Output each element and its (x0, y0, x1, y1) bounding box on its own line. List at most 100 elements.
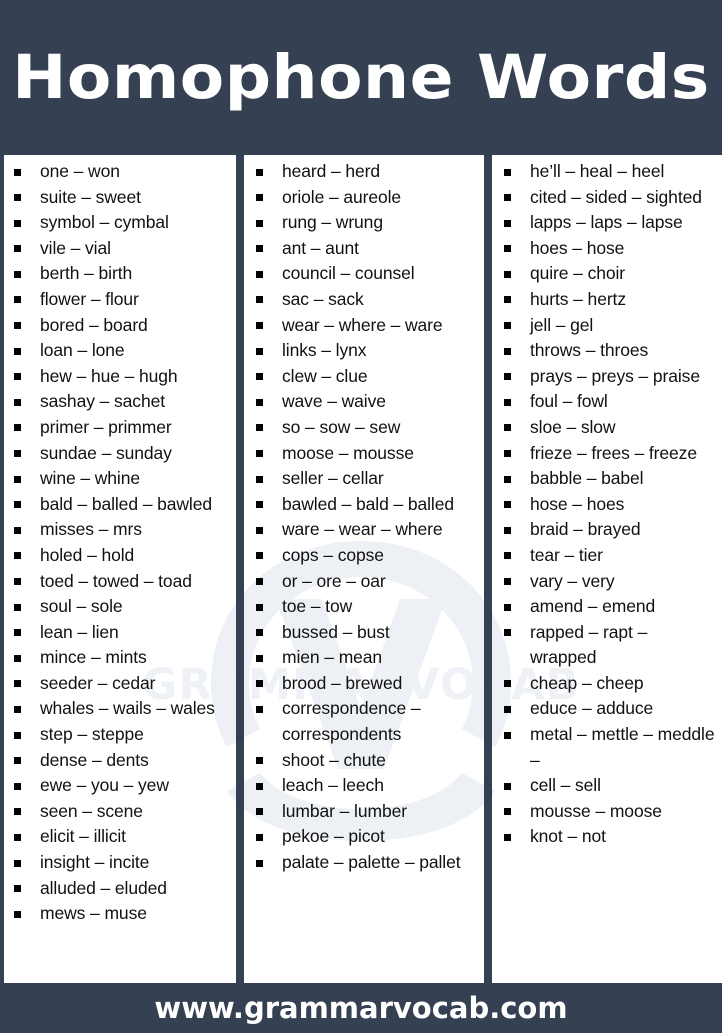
square-bullet-icon (504, 450, 511, 458)
homophone-pair-text: palate – palette – pallet (282, 852, 461, 873)
homophone-pair-text: mousse – moose (530, 800, 662, 821)
square-bullet-icon (14, 885, 21, 893)
list-item: leach – leech (256, 773, 478, 799)
square-bullet-icon (504, 322, 511, 330)
homophone-pair-text: sac – sack (282, 288, 364, 309)
square-bullet-icon (504, 168, 511, 176)
homophone-pair-text: brood – brewed (282, 672, 403, 693)
square-bullet-icon (14, 322, 21, 330)
list-item: or – ore – oar (256, 569, 478, 595)
homophone-pair-text: holed – hold (40, 544, 135, 565)
homophone-pair-text: soul – sole (40, 596, 123, 617)
square-bullet-icon (504, 245, 511, 253)
square-bullet-icon (256, 808, 263, 816)
square-bullet-icon (256, 552, 263, 560)
homophone-pair-text: wear – where – ware (282, 314, 443, 335)
homophone-pair-text: ware – wear – where (282, 519, 443, 540)
word-list-3: he’ll – heal – heel cited – sided – sight… (504, 159, 716, 850)
square-bullet-icon (504, 475, 511, 483)
homophone-pair-text: wine – whine (40, 468, 140, 489)
homophone-pair-text: throws – throes (530, 340, 649, 361)
word-column-1: one – won suite – sweet symbol – cymbal vil… (4, 155, 236, 983)
homophone-pair-text: rapped – rapt – wrapped (530, 621, 648, 668)
list-item: amend – emend (504, 594, 716, 620)
list-item: correspondence – correspondents (256, 696, 478, 747)
square-bullet-icon (14, 219, 21, 227)
homophone-pair-text: toed – towed – toad (40, 570, 192, 591)
list-item: vile – vial (14, 236, 230, 262)
homophone-pair-text: ewe – you – yew (40, 775, 169, 796)
list-item: quire – choir (504, 261, 716, 287)
square-bullet-icon (504, 219, 511, 227)
list-item: links – lynx (256, 338, 478, 364)
list-item: toed – towed – toad (14, 569, 230, 595)
homophone-pair-text: clew – clue (282, 365, 368, 386)
square-bullet-icon (256, 833, 263, 841)
word-column-3: he’ll – heal – heel cited – sided – sight… (492, 155, 722, 983)
list-item: wave – waive (256, 389, 478, 415)
homophone-pair-text: bored – board (40, 314, 148, 335)
homophone-pair-text: shoot – chute (282, 749, 386, 770)
list-item: toe – tow (256, 594, 478, 620)
square-bullet-icon (256, 450, 263, 458)
square-bullet-icon (14, 782, 21, 790)
homophone-pair-text: insight – incite (40, 852, 150, 873)
homophone-pair-text: vary – very (530, 570, 615, 591)
square-bullet-icon (504, 296, 511, 304)
homophone-pair-text: seeder – cedar (40, 672, 156, 693)
homophone-pair-text: pekoe – picot (282, 826, 385, 847)
homophone-pair-text: oriole – aureole (282, 186, 402, 207)
list-item: oriole – aureole (256, 185, 478, 211)
square-bullet-icon (14, 705, 21, 713)
list-item: lean – lien (14, 620, 230, 646)
homophone-pair-text: heard – herd (282, 161, 381, 181)
list-item: vary – very (504, 569, 716, 595)
list-item: alluded – eluded (14, 876, 230, 902)
list-item: prays – preys – praise (504, 364, 716, 390)
square-bullet-icon (14, 603, 21, 611)
homophone-pair-text: cops – copse (282, 544, 384, 565)
list-item: berth – birth (14, 261, 230, 287)
list-item: heard – herd (256, 159, 478, 185)
square-bullet-icon (504, 373, 511, 381)
square-bullet-icon (504, 833, 511, 841)
square-bullet-icon (14, 424, 21, 432)
homophone-pair-text: moose – mousse (282, 442, 414, 463)
square-bullet-icon (14, 808, 21, 816)
square-bullet-icon (256, 373, 263, 381)
list-item: ant – aunt (256, 236, 478, 262)
homophone-pair-text: ant – aunt (282, 237, 359, 258)
homophone-pair-text: jell – gel (530, 314, 594, 335)
square-bullet-icon (256, 680, 263, 688)
square-bullet-icon (504, 603, 511, 611)
list-item: sundae – sunday (14, 441, 230, 467)
square-bullet-icon (14, 270, 21, 278)
list-item: mien – mean (256, 645, 478, 671)
square-bullet-icon (504, 398, 511, 406)
homophone-pair-text: step – steppe (40, 724, 144, 745)
square-bullet-icon (14, 501, 21, 509)
square-bullet-icon (504, 731, 511, 739)
square-bullet-icon (14, 629, 21, 637)
list-item: whales – wails – wales (14, 696, 230, 722)
list-item: bawled – bald – balled (256, 492, 478, 518)
list-item: sashay – sachet (14, 389, 230, 415)
homophone-pair-text: foul – fowl (530, 391, 608, 412)
list-item: wear – where – ware (256, 313, 478, 339)
word-columns: one – won suite – sweet symbol – cymbal vil… (0, 155, 722, 983)
homophone-pair-text: babble – babel (530, 468, 644, 489)
list-item: sloe – slow (504, 415, 716, 441)
homophone-pair-text: rung – wrung (282, 212, 383, 233)
square-bullet-icon (14, 245, 21, 253)
homophone-pair-text: one – won (40, 161, 120, 181)
list-item: bald – balled – bawled (14, 492, 230, 518)
square-bullet-icon (14, 757, 21, 765)
square-bullet-icon (504, 680, 511, 688)
list-item: cheap – cheep (504, 671, 716, 697)
square-bullet-icon (504, 705, 511, 713)
list-item: foul – fowl (504, 389, 716, 415)
list-item: lapps – laps – lapse (504, 210, 716, 236)
homophone-pair-text: toe – tow (282, 596, 353, 617)
homophone-pair-text: hoes – hose (530, 237, 625, 258)
homophone-pair-text: sundae – sunday (40, 442, 172, 463)
